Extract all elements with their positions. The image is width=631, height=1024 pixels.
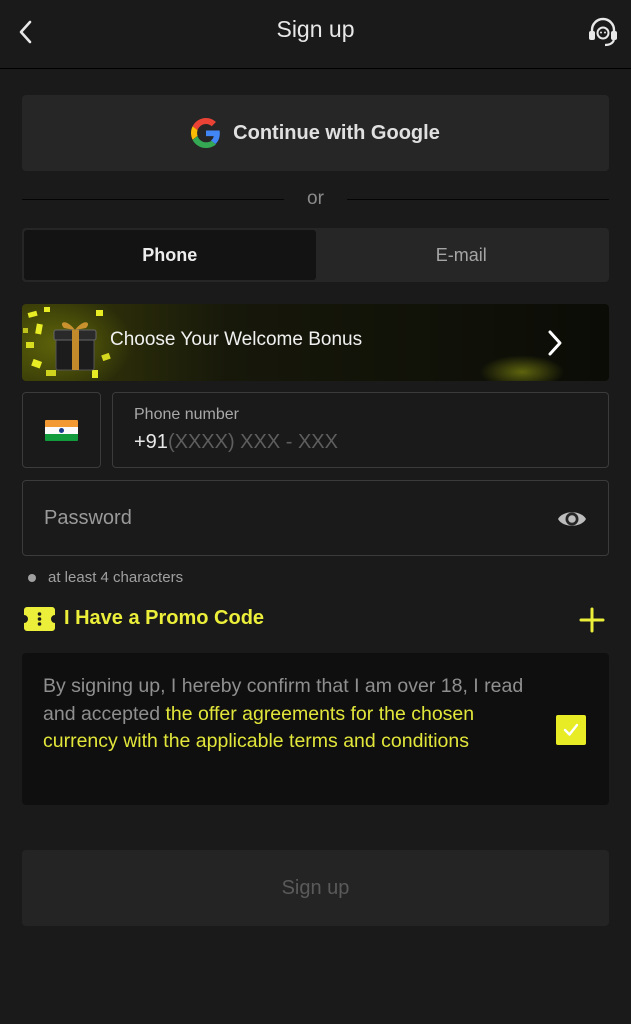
phone-number-input[interactable]: +91(XXXX) XXX - XXX: [134, 431, 338, 454]
continue-with-google-button[interactable]: Continue with Google: [22, 95, 609, 171]
or-divider: or: [22, 186, 609, 214]
google-button-label: Continue with Google: [233, 121, 440, 144]
password-hint: at least 4 characters: [28, 569, 183, 586]
signup-method-tabs: Phone E-mail: [22, 228, 609, 282]
chevron-right-icon: [548, 330, 562, 356]
phone-number-label: Phone number: [134, 406, 239, 423]
support-button[interactable]: [585, 14, 621, 50]
india-flag-icon: [45, 419, 78, 441]
phone-number-field[interactable]: Phone number +91(XXXX) XXX - XXX: [112, 392, 609, 468]
terms-text: By signing up, I hereby confirm that I a…: [43, 673, 538, 756]
password-field[interactable]: Password: [22, 480, 609, 556]
phone-placeholder: (XXXX) XXX - XXX: [167, 431, 338, 453]
terms-checkbox[interactable]: [556, 715, 586, 745]
divider-line: [347, 199, 609, 200]
top-bar: Sign up: [0, 0, 631, 69]
gift-icon: [53, 322, 97, 371]
password-hint-text: at least 4 characters: [48, 569, 184, 586]
country-selector[interactable]: [22, 392, 101, 468]
tab-email[interactable]: E-mail: [316, 230, 608, 280]
eye-icon[interactable]: [556, 504, 588, 534]
terms-box: By signing up, I hereby confirm that I a…: [22, 653, 609, 805]
hint-bullet: [28, 573, 36, 582]
ticket-icon: [24, 607, 55, 631]
page-title: Sign up: [276, 16, 355, 42]
tab-phone[interactable]: Phone: [24, 230, 316, 280]
password-placeholder: Password: [44, 507, 132, 529]
welcome-bonus-label: Choose Your Welcome Bonus: [110, 329, 363, 350]
sign-up-button[interactable]: Sign up: [22, 850, 609, 926]
checkmark-icon: [563, 723, 579, 736]
google-icon: [191, 118, 220, 148]
headset-icon: [589, 17, 617, 47]
plus-icon[interactable]: [579, 607, 605, 633]
phone-country-code: +91: [134, 431, 168, 453]
welcome-bonus-banner[interactable]: Choose Your Welcome Bonus: [22, 304, 609, 381]
promo-code-toggle[interactable]: I Have a Promo Code: [24, 604, 609, 636]
promo-code-label: I Have a Promo Code: [64, 607, 265, 629]
